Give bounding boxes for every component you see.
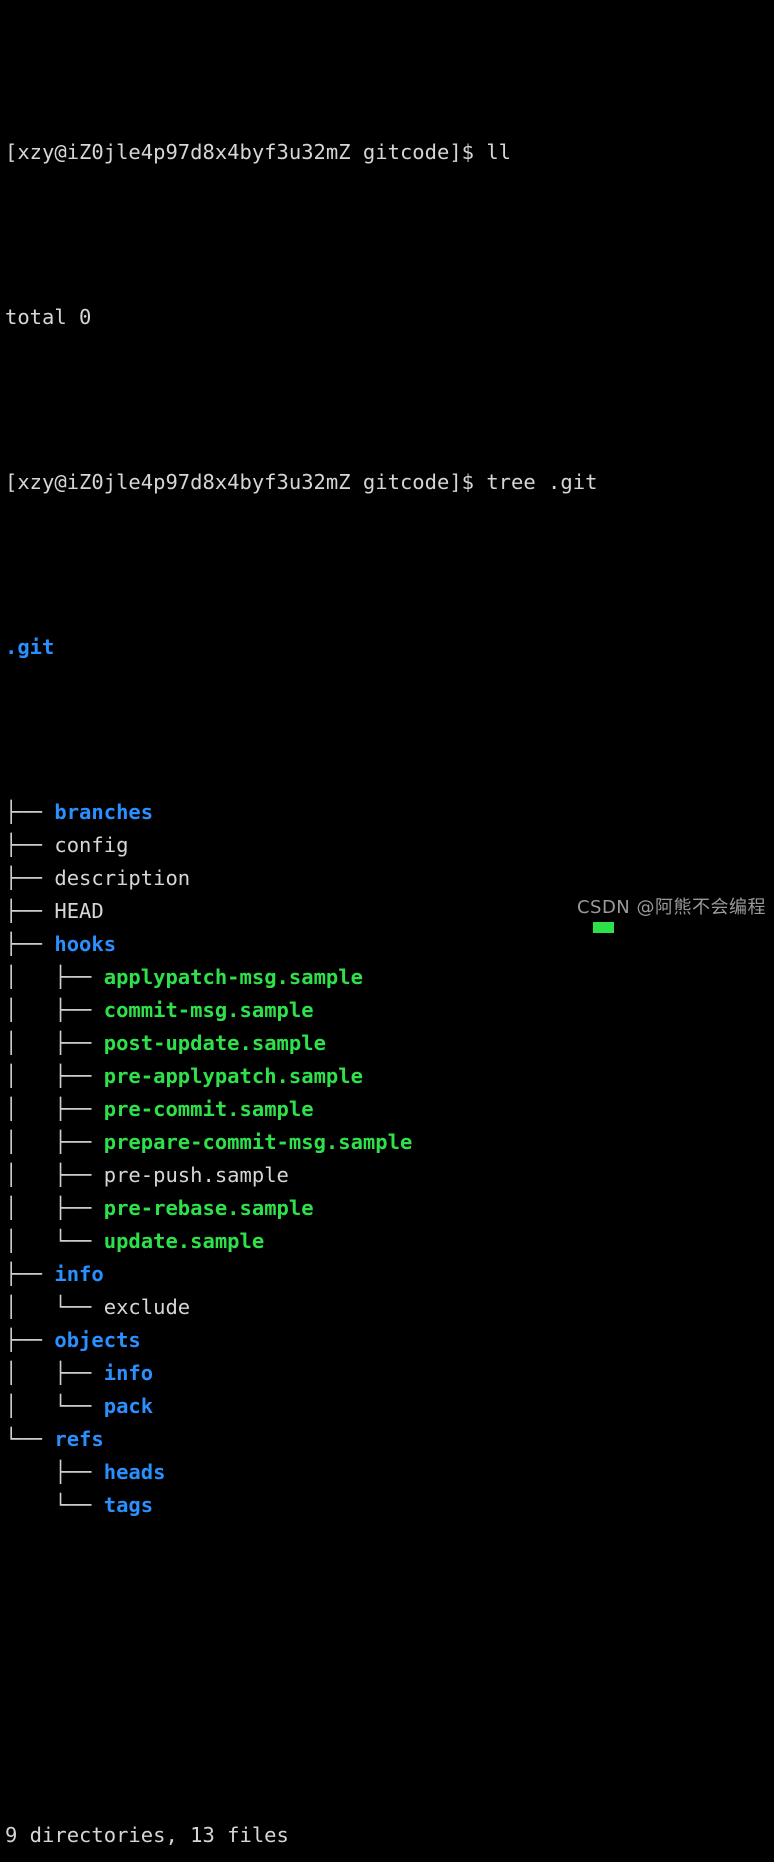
ll-output-total: total 0	[5, 305, 92, 329]
tree-row: │ └── pack	[5, 1390, 774, 1423]
terminal-screen: [xzy@iZ0jle4p97d8x4byf3u32mZ gitcode]$ l…	[5, 4, 774, 1862]
tree-directory: info	[103, 1361, 154, 1385]
tree-row: │ ├── post-update.sample	[5, 1027, 774, 1060]
tree-executable-file: pre-rebase.sample	[103, 1196, 314, 1220]
tree-row: │ └── update.sample	[5, 1225, 774, 1258]
tree-branch-glyph: │ ├──	[5, 1163, 104, 1187]
tree-row: └── tags	[5, 1489, 774, 1522]
tree-file: description	[54, 866, 191, 890]
tree-executable-file: applypatch-msg.sample	[103, 965, 363, 989]
tree-row: ├── heads	[5, 1456, 774, 1489]
tree-executable-file: prepare-commit-msg.sample	[103, 1130, 413, 1154]
tree-file: exclude	[103, 1295, 191, 1319]
tree-branch-glyph: │ ├──	[5, 1361, 104, 1385]
terminal-cursor	[593, 922, 614, 933]
tree-branch-glyph: └──	[5, 1427, 55, 1451]
terminal-window[interactable]: [xzy@iZ0jle4p97d8x4byf3u32mZ gitcode]$ l…	[0, 0, 774, 1847]
tree-branch-glyph: │ └──	[5, 1394, 104, 1418]
tree-branch-glyph: │ ├──	[5, 1097, 104, 1121]
tree-branch-glyph: │ ├──	[5, 965, 104, 989]
tree-row: │ ├── pre-push.sample	[5, 1159, 774, 1192]
tree-root-label: .git	[5, 635, 55, 659]
tree-branch-glyph: ├──	[5, 1328, 55, 1352]
tree-file: HEAD	[54, 899, 104, 923]
tree-row: ├── config	[5, 829, 774, 862]
tree-executable-file: update.sample	[103, 1229, 265, 1253]
tree-branch-glyph: │ ├──	[5, 1130, 104, 1154]
tree-row: │ ├── info	[5, 1357, 774, 1390]
tree-row: ├── info	[5, 1258, 774, 1291]
tree-branch-glyph: ├──	[5, 1262, 55, 1286]
terminal-line-command: [xzy@iZ0jle4p97d8x4byf3u32mZ gitcode]$ t…	[5, 466, 774, 499]
terminal-line-command: [xzy@iZ0jle4p97d8x4byf3u32mZ gitcode]$ l…	[5, 136, 774, 169]
tree-directory: heads	[103, 1460, 166, 1484]
tree-directory: tags	[103, 1493, 154, 1517]
tree-directory: pack	[103, 1394, 154, 1418]
command-text: ll	[486, 140, 512, 164]
tree-branch-glyph: │ ├──	[5, 1031, 104, 1055]
tree-row: │ └── exclude	[5, 1291, 774, 1324]
tree-row: │ ├── pre-applypatch.sample	[5, 1060, 774, 1093]
tree-directory: branches	[54, 800, 154, 824]
terminal-line-output: total 0	[5, 301, 774, 334]
tree-executable-file: post-update.sample	[103, 1031, 326, 1055]
tree-row: │ ├── pre-rebase.sample	[5, 1192, 774, 1225]
tree-row: ├── hooks	[5, 928, 774, 961]
tree-row: └── refs	[5, 1423, 774, 1456]
tree-directory: info	[54, 1262, 104, 1286]
tree-row: ├── objects	[5, 1324, 774, 1357]
tree-row: │ ├── commit-msg.sample	[5, 994, 774, 1027]
tree-file: config	[54, 833, 129, 857]
tree-file: pre-push.sample	[103, 1163, 289, 1187]
tree-executable-file: pre-commit.sample	[103, 1097, 314, 1121]
command-text: tree .git	[486, 470, 598, 494]
tree-branch-glyph: │ └──	[5, 1229, 104, 1253]
tree-branch-glyph: │ ├──	[5, 1196, 104, 1220]
tree-row: ├── description	[5, 862, 774, 895]
shell-prompt: [xzy@iZ0jle4p97d8x4byf3u32mZ gitcode]$	[5, 140, 487, 164]
tree-row: ├── branches	[5, 796, 774, 829]
tree-root-line: .git	[5, 631, 774, 664]
tree-executable-file: pre-applypatch.sample	[103, 1064, 363, 1088]
tree-directory: objects	[54, 1328, 141, 1352]
tree-branch-glyph: ├──	[5, 800, 55, 824]
tree-summary-line: 9 directories, 13 files	[5, 1819, 774, 1852]
tree-branch-glyph: ├──	[5, 1460, 104, 1484]
shell-prompt: [xzy@iZ0jle4p97d8x4byf3u32mZ gitcode]$	[5, 470, 487, 494]
tree-directory: refs	[54, 1427, 104, 1451]
tree-branch-glyph: ├──	[5, 833, 55, 857]
csdn-watermark: CSDN @阿熊不会编程	[576, 897, 766, 918]
tree-directory: hooks	[54, 932, 117, 956]
tree-branch-glyph: │ └──	[5, 1295, 104, 1319]
tree-branch-glyph: │ ├──	[5, 998, 104, 1022]
tree-blank-line	[5, 1654, 774, 1687]
tree-branch-glyph: ├──	[5, 866, 55, 890]
tree-branch-glyph: └──	[5, 1493, 104, 1517]
tree-summary-text: 9 directories, 13 files	[5, 1823, 289, 1847]
tree-row: │ ├── applypatch-msg.sample	[5, 961, 774, 994]
tree-branch-glyph: │ ├──	[5, 1064, 104, 1088]
tree-branch-glyph: ├──	[5, 899, 55, 923]
tree-row: │ ├── pre-commit.sample	[5, 1093, 774, 1126]
tree-branch-glyph: ├──	[5, 932, 55, 956]
tree-executable-file: commit-msg.sample	[103, 998, 314, 1022]
tree-row: │ ├── prepare-commit-msg.sample	[5, 1126, 774, 1159]
